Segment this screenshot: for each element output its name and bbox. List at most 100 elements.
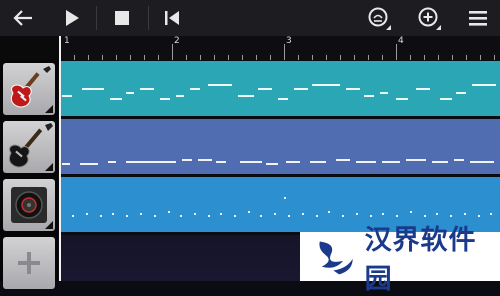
drum-hit [328, 211, 330, 213]
drum-hit [126, 215, 128, 217]
ruler-tick [466, 55, 467, 60]
track-instrument-bass-guitar[interactable] [3, 121, 55, 173]
ruler-tick [172, 44, 173, 60]
ruler-tick [424, 55, 425, 60]
drum-hit [342, 215, 344, 217]
ruler-tick [438, 55, 439, 60]
midi-note [190, 88, 200, 90]
skip-to-start-icon [165, 11, 179, 25]
ruler-tick [88, 55, 89, 60]
drum-hit [140, 213, 142, 215]
midi-note [472, 84, 496, 86]
midi-note [110, 98, 122, 100]
midi-note [258, 88, 272, 90]
back-button[interactable] [8, 0, 38, 36]
ruler-tick [242, 55, 243, 60]
midi-note [346, 88, 360, 90]
ruler-tick [480, 55, 481, 60]
watermark-logo-icon [319, 241, 353, 274]
midi-note [208, 84, 232, 86]
toolbar [0, 0, 500, 36]
toolbar-divider [148, 6, 149, 30]
drum-hit [194, 213, 196, 215]
play-button[interactable] [58, 0, 86, 36]
ruler-tick [186, 55, 187, 60]
timeline-ruler[interactable]: 1 2 3 4 [60, 36, 500, 60]
add-track-icon [418, 7, 441, 30]
midi-note [310, 161, 326, 163]
drum-hit [208, 215, 210, 217]
midi-note [160, 98, 170, 100]
skip-to-start-button[interactable] [158, 0, 186, 36]
ruler-tick [340, 55, 341, 60]
midi-note [294, 88, 308, 90]
ruler-tick [354, 55, 355, 60]
ruler-tick [312, 55, 313, 60]
drum-hit [180, 215, 182, 217]
midi-note [126, 92, 134, 94]
stop-button[interactable] [108, 0, 136, 36]
ruler-tick [452, 55, 453, 60]
track-menu-indicator [45, 105, 53, 113]
watermark-text: 汉界软件园 [364, 224, 477, 295]
drum-hit [316, 215, 318, 217]
ruler-corner [0, 36, 60, 60]
drum-hit [112, 213, 114, 215]
ruler-tick [102, 55, 103, 60]
ruler-tick [382, 55, 383, 60]
stop-icon [115, 11, 129, 25]
playhead[interactable] [59, 36, 61, 281]
track-instrument-electric-guitar[interactable] [3, 63, 55, 115]
tempo-button[interactable] [364, 0, 394, 36]
play-icon [66, 10, 79, 26]
midi-note [266, 163, 278, 165]
menu-icon [469, 11, 487, 26]
midi-note [108, 161, 116, 163]
track-lane-electric-guitar[interactable] [60, 61, 500, 116]
ruler-tick [298, 55, 299, 60]
plus-icon [18, 252, 40, 274]
midi-note [382, 161, 400, 163]
add-instrument-button[interactable] [3, 237, 55, 289]
toolbar-divider [96, 6, 97, 30]
drum-hit [248, 211, 250, 213]
midi-note [396, 98, 408, 100]
midi-note [278, 98, 288, 100]
midi-note [440, 98, 452, 100]
drum-hit [356, 213, 358, 215]
drum-hit [490, 213, 492, 215]
midi-note [80, 163, 98, 165]
drum-hit [260, 215, 262, 217]
ruler-tick [74, 55, 75, 60]
midi-note [62, 95, 72, 97]
ruler-label: 3 [286, 36, 292, 46]
midi-note [406, 159, 426, 161]
midi-note [380, 92, 388, 94]
track-menu-indicator [45, 163, 53, 171]
drum-hit [410, 211, 412, 213]
drum-hit [436, 213, 438, 215]
ruler-tick [214, 55, 215, 60]
midi-note [240, 161, 262, 163]
ruler-tick [284, 44, 285, 60]
ruler-tick [158, 55, 159, 60]
midi-note [364, 95, 374, 97]
midi-note [198, 159, 212, 161]
midi-note [454, 159, 464, 161]
midi-note [82, 88, 104, 90]
drum-hit [234, 215, 236, 217]
drum-hit [168, 211, 170, 213]
track-instrument-drum-machine[interactable] [3, 179, 55, 231]
ruler-tick [228, 55, 229, 60]
midi-note [286, 161, 300, 163]
drum-hit [382, 213, 384, 215]
add-track-button[interactable] [414, 0, 444, 36]
menu-button[interactable] [464, 0, 492, 36]
ruler-tick [130, 55, 131, 60]
ruler-tick [326, 55, 327, 60]
back-arrow-icon [13, 10, 32, 26]
track-lane-bass-guitar[interactable] [60, 119, 500, 174]
ruler-tick [494, 55, 495, 60]
drum-hit [274, 213, 276, 215]
midi-note [336, 159, 350, 161]
